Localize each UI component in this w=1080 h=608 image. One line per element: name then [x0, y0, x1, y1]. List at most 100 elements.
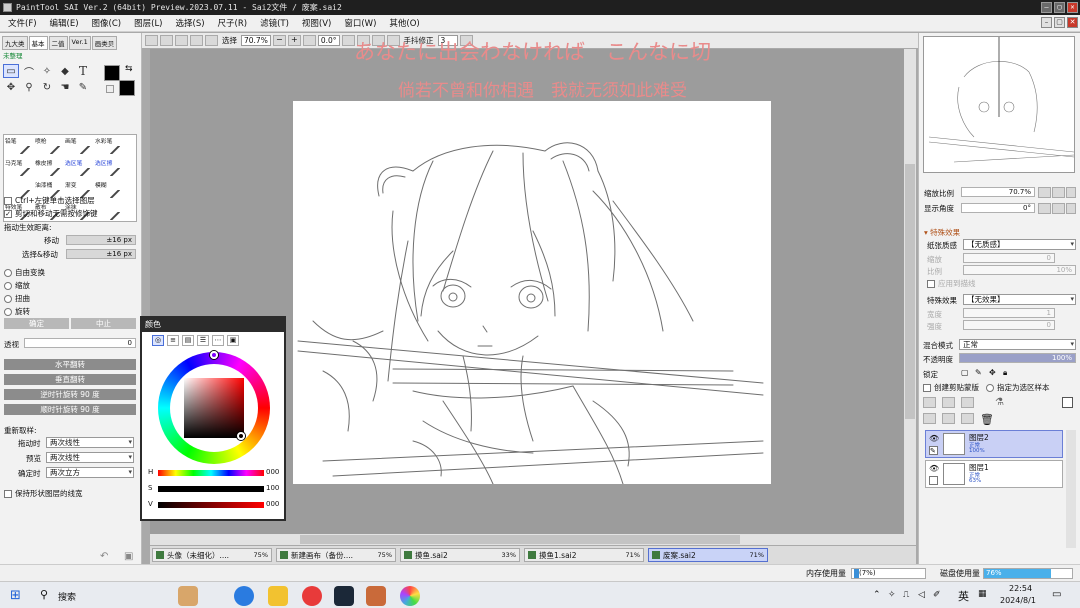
rotate-radio[interactable]	[4, 307, 12, 316]
brush-slot[interactable]: 选区笔	[65, 158, 95, 180]
drag-mode-select[interactable]: 两次线性	[46, 437, 134, 448]
layer-edit-icon[interactable]: ✎	[929, 446, 938, 455]
menu-select[interactable]: 选择(S)	[176, 17, 205, 29]
merge-down-icon[interactable]	[942, 413, 955, 424]
eyedropper-icon[interactable]: ✎	[75, 80, 91, 94]
effect-width-slider[interactable]: 1	[963, 308, 1055, 318]
new-layer-icon[interactable]	[923, 397, 936, 408]
flip-horizontal-button[interactable]: 水平翻转	[4, 359, 136, 370]
menu-file[interactable]: 文件(F)	[8, 17, 37, 29]
minimize-button[interactable]: –	[1041, 2, 1052, 13]
rotate-icon[interactable]: ↻	[39, 80, 55, 94]
redo-button[interactable]	[190, 35, 203, 46]
doc-tab[interactable]: 新建画布（备份.... 75%	[276, 548, 396, 562]
paper-texture-select[interactable]: 【无质感】	[963, 239, 1076, 250]
fill-select-icon[interactable]: ◆	[57, 64, 73, 78]
h-slider[interactable]	[158, 470, 264, 476]
selection-sample-radio[interactable]	[986, 383, 994, 392]
lock-transparency-icon[interactable]: ▢	[961, 368, 969, 377]
paint-tool-sai-icon[interactable]	[366, 586, 386, 606]
magic-wand-icon[interactable]: ✧	[39, 64, 55, 78]
delete-layer-icon[interactable]: 🗑︎	[980, 413, 994, 426]
preview-mode-select[interactable]: 两次线性	[46, 452, 134, 463]
hsv-slider-mode-icon[interactable]: ▤	[182, 335, 194, 346]
move-icon[interactable]: ✥	[3, 80, 19, 94]
transform-ok-button[interactable]: 确定	[4, 318, 69, 329]
move-slider[interactable]: ±16 px	[66, 235, 136, 245]
maximize-button[interactable]: ▢	[1054, 2, 1065, 13]
nav-rotate-left-button[interactable]	[1038, 203, 1051, 214]
menu-layer[interactable]: 图层(L)	[134, 17, 162, 29]
hue-ring[interactable]	[158, 351, 270, 464]
ime-mode-icon[interactable]: ▦	[978, 589, 987, 599]
nav-zoom-in-button[interactable]	[1052, 187, 1065, 198]
brush-slot[interactable]	[95, 202, 125, 224]
netease-music-icon[interactable]	[302, 586, 322, 606]
layer-visibility-icon[interactable]: 👁︎	[929, 434, 939, 443]
layer-visibility-icon[interactable]: 👁︎	[929, 464, 939, 473]
v-slider[interactable]	[158, 502, 264, 508]
tool-tab-2[interactable]: 基本	[28, 36, 48, 50]
brush-slot[interactable]: 画笔	[65, 136, 95, 158]
brush-slot[interactable]: 模糊	[95, 180, 125, 202]
lasso-icon[interactable]: ⌒	[21, 64, 37, 79]
open-button[interactable]	[160, 35, 173, 46]
tray-expand-icon[interactable]: ⌃	[873, 590, 881, 600]
tray-app-icon[interactable]: ✧	[888, 590, 896, 600]
rect-select-icon[interactable]: ▭	[3, 64, 19, 78]
nav-zoom-reset-button[interactable]	[1066, 187, 1076, 198]
pen-tray-icon[interactable]: ✐	[933, 590, 941, 600]
ctrl-click-checkbox[interactable]	[4, 196, 12, 205]
menu-edit[interactable]: 编辑(E)	[50, 17, 79, 29]
effects-header[interactable]: ▾ 特殊效果	[924, 227, 960, 238]
rotate-cw-button[interactable]: 顺时针旋转 90 度	[4, 404, 136, 415]
search-highlight-icon[interactable]	[178, 586, 198, 606]
swap-colors-icon[interactable]: ⇆	[125, 64, 133, 74]
drawing-canvas[interactable]	[293, 101, 771, 484]
distort-radio[interactable]	[4, 294, 12, 303]
angle-input[interactable]: 0.0°	[317, 35, 340, 46]
h-value[interactable]: 000	[266, 468, 279, 476]
scale-radio[interactable]	[4, 281, 12, 290]
input-language[interactable]: 英	[958, 588, 969, 604]
doc-tab[interactable]: 摸鱼.sai2 33%	[400, 548, 520, 562]
menu-image[interactable]: 图像(C)	[92, 17, 122, 29]
brush-slot[interactable]: 水彩笔	[95, 136, 125, 158]
brush-slot[interactable]: 马克笔	[5, 158, 35, 180]
doc-tab-active[interactable]: 废案.sai2 71%	[648, 548, 768, 562]
paper-ratio-slider[interactable]: 10%	[963, 265, 1076, 275]
keep-line-width-checkbox[interactable]	[4, 489, 12, 498]
lock-move-icon[interactable]: ✥	[989, 368, 996, 377]
scratchpad-mode-icon[interactable]: ▣	[227, 335, 239, 346]
rotate-ccw-button[interactable]: 逆时针旋转 90 度	[4, 389, 136, 400]
color-window-title[interactable]: 颜色	[142, 318, 284, 332]
zoom-icon[interactable]: ⚲	[21, 80, 37, 94]
transform-cancel-button[interactable]: 中止	[71, 318, 136, 329]
rotate-left-button[interactable]	[341, 35, 355, 46]
notification-icon[interactable]: ▭	[1052, 589, 1061, 600]
tool-tab-4[interactable]: Ver.1	[68, 36, 91, 50]
nav-zoom-out-button[interactable]	[1038, 187, 1051, 198]
perspective-slider[interactable]: 0	[24, 338, 136, 348]
menu-other[interactable]: 其他(O)	[389, 17, 419, 29]
saturation-value-square[interactable]	[184, 378, 244, 438]
v-value[interactable]: 000	[266, 500, 279, 508]
network-icon[interactable]: ⎍	[903, 590, 909, 600]
steam-icon[interactable]	[334, 586, 354, 606]
blend-mode-select[interactable]: 正常	[959, 339, 1076, 350]
navigator-preview[interactable]	[923, 36, 1075, 173]
doc-minimize-button[interactable]: –	[1041, 17, 1052, 28]
hand-icon[interactable]: ☚	[57, 80, 73, 94]
menu-window[interactable]: 窗口(W)	[344, 17, 376, 29]
search-icon[interactable]: ⚲	[40, 588, 48, 601]
undo-history-icon[interactable]: ↶	[100, 551, 108, 562]
transfer-down-icon[interactable]	[923, 413, 936, 424]
lock-paint-icon[interactable]: ✎	[975, 368, 982, 377]
doc-restore-button[interactable]: ▢	[1054, 17, 1065, 28]
layer-panel-menu-icon[interactable]	[1062, 397, 1073, 408]
swatch-mode-icon[interactable]: ⋯	[212, 335, 224, 346]
layer-item-active[interactable]: 👁︎ ✎ 图层2 正常 100%	[925, 430, 1063, 458]
clock-time[interactable]: 22:54	[1009, 584, 1032, 593]
text-icon[interactable]: T	[75, 64, 91, 78]
doc-close-button[interactable]: ✕	[1067, 17, 1078, 28]
